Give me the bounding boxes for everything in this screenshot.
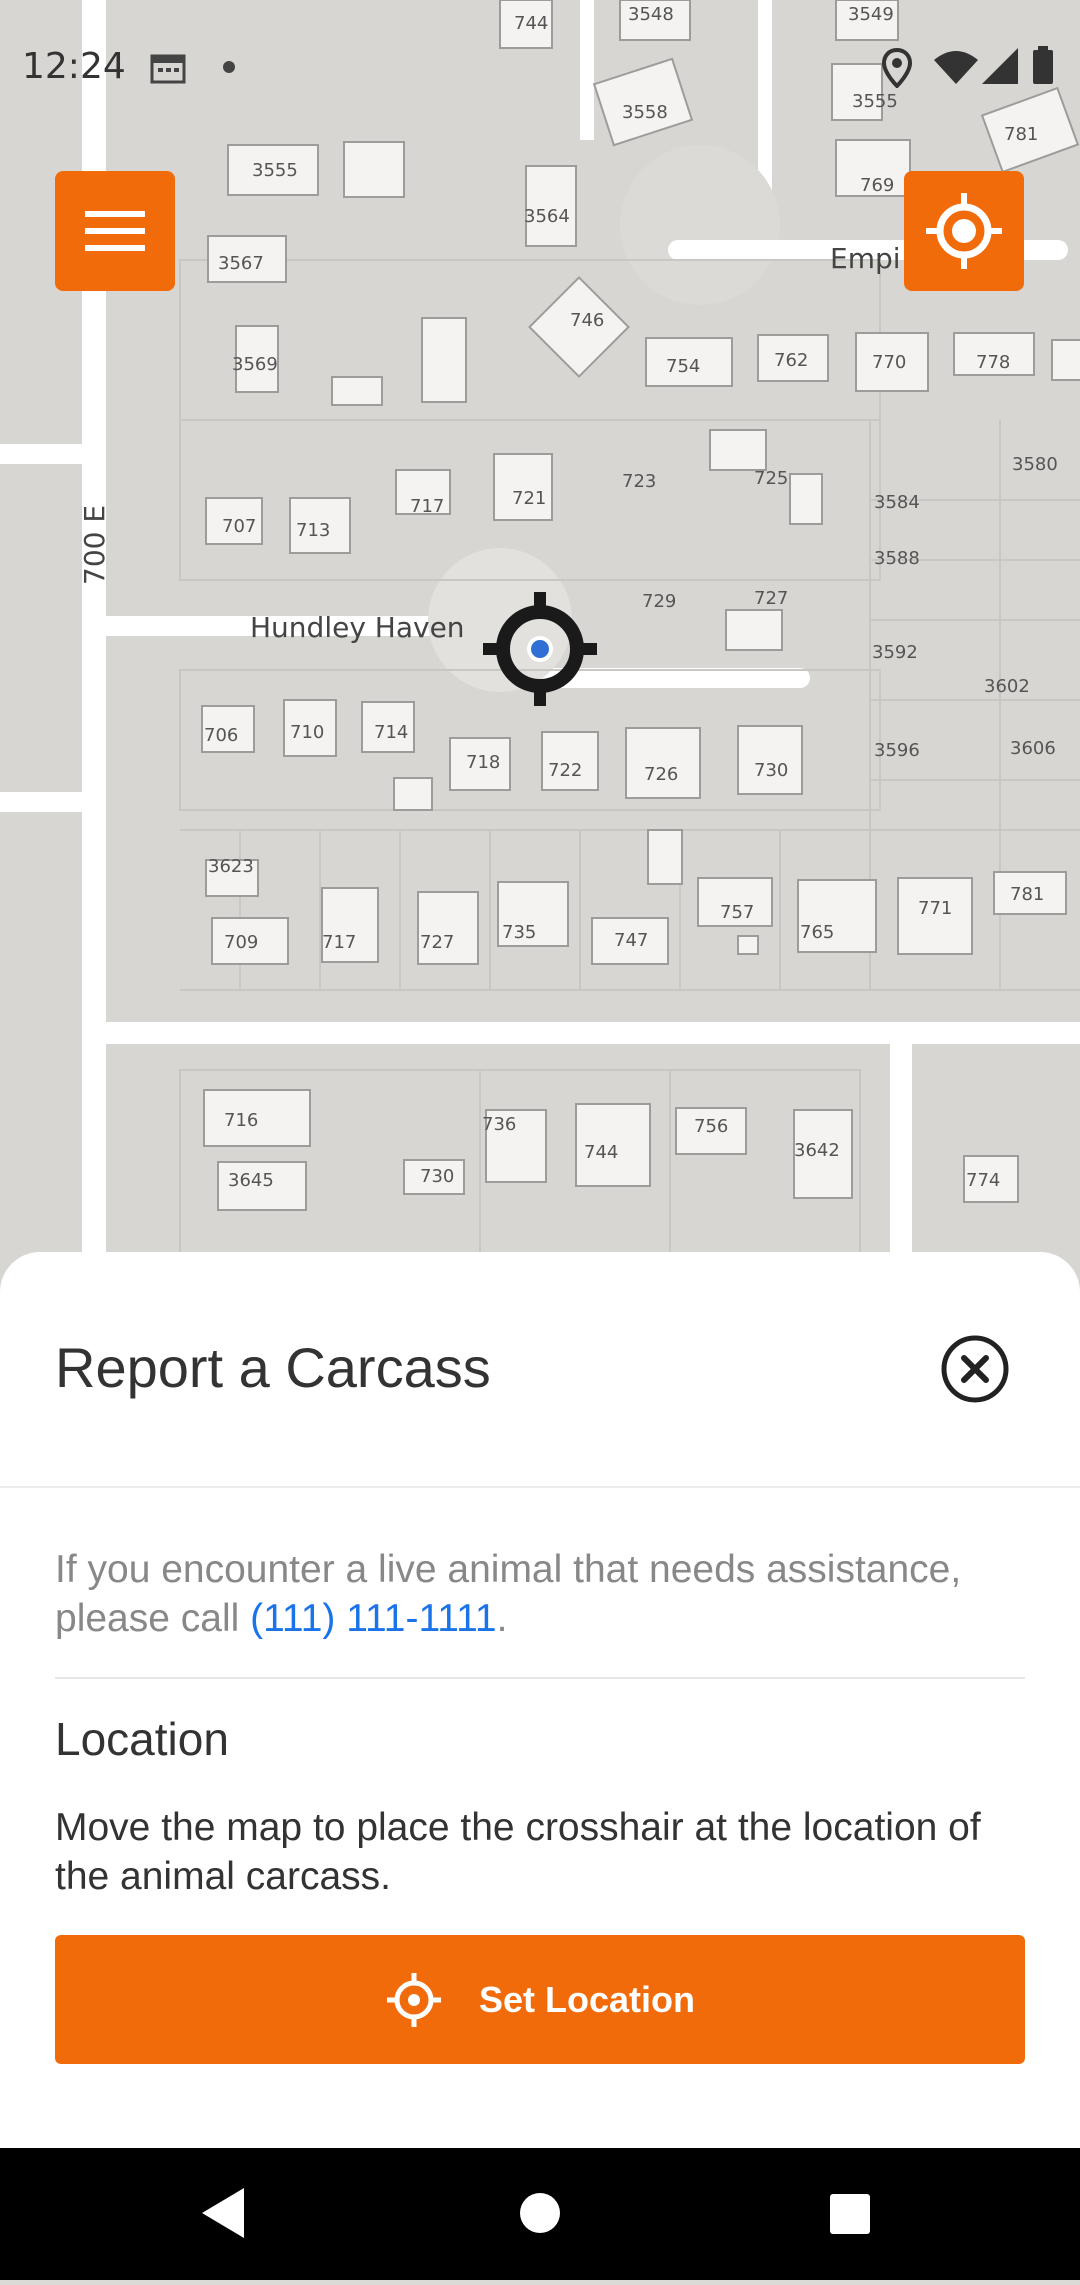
svg-text:771: 771 (918, 898, 952, 919)
svg-text:730: 730 (420, 1166, 454, 1187)
my-location-icon (926, 193, 1002, 269)
svg-text:781: 781 (1010, 884, 1044, 905)
svg-text:725: 725 (754, 468, 788, 489)
svg-text:721: 721 (512, 488, 546, 509)
svg-text:3588: 3588 (874, 548, 920, 569)
svg-text:727: 727 (420, 932, 454, 953)
svg-text:3602: 3602 (984, 676, 1030, 697)
svg-text:3567: 3567 (218, 253, 264, 274)
svg-text:3580: 3580 (1012, 454, 1058, 475)
divider (55, 1677, 1025, 1679)
signal-icon (982, 48, 1018, 89)
svg-text:3606: 3606 (1010, 738, 1056, 759)
svg-text:746: 746 (570, 310, 604, 331)
svg-text:717: 717 (410, 496, 444, 517)
svg-text:3596: 3596 (874, 740, 920, 761)
svg-text:3642: 3642 (794, 1140, 840, 1161)
svg-text:3555: 3555 (252, 160, 298, 181)
wifi-icon (934, 50, 978, 89)
svg-text:722: 722 (548, 760, 582, 781)
svg-text:3584: 3584 (874, 492, 920, 513)
svg-text:3592: 3592 (872, 642, 918, 663)
svg-text:710: 710 (290, 722, 324, 743)
crosshair-icon (386, 1972, 441, 2027)
set-location-button[interactable]: Set Location (55, 1935, 1025, 2064)
svg-text:769: 769 (860, 175, 894, 196)
status-bar: 12:24 (0, 0, 1080, 135)
svg-text:765: 765 (800, 922, 834, 943)
info-text: If you encounter a live animal that need… (55, 1548, 962, 1640)
svg-text:3645: 3645 (228, 1170, 274, 1191)
menu-button[interactable] (55, 171, 175, 291)
close-button[interactable] (940, 1334, 1010, 1404)
system-nav-bar (0, 2148, 1080, 2280)
back-icon[interactable] (202, 2188, 244, 2238)
svg-text:756: 756 (694, 1116, 728, 1137)
svg-text:709: 709 (224, 932, 258, 953)
sheet-title: Report a Carcass (55, 1336, 491, 1399)
svg-text:762: 762 (774, 350, 808, 371)
hamburger-menu-icon (85, 211, 145, 251)
svg-text:3569: 3569 (232, 354, 278, 375)
street-label-700e: 700 E (78, 505, 111, 585)
street-label-empire: Empi (830, 242, 901, 275)
svg-text:727: 727 (754, 588, 788, 609)
svg-text:707: 707 (222, 516, 256, 537)
battery-icon (1032, 46, 1054, 89)
svg-text:714: 714 (374, 722, 408, 743)
calendar-icon (150, 52, 186, 89)
location-description: Move the map to place the crosshair at t… (55, 1806, 981, 1898)
svg-text:735: 735 (502, 922, 536, 943)
svg-text:778: 778 (976, 352, 1010, 373)
location-heading: Location (55, 1713, 229, 1765)
set-location-label: Set Location (478, 1978, 696, 2020)
divider (0, 1486, 1080, 1488)
svg-text:744: 744 (584, 1142, 618, 1163)
street-label-hundley-haven: Hundley Haven (250, 611, 465, 644)
info-suffix: . (496, 1597, 508, 1640)
svg-text:706: 706 (204, 725, 238, 746)
svg-text:723: 723 (622, 471, 656, 492)
svg-text:729: 729 (642, 591, 676, 612)
svg-text:713: 713 (296, 520, 330, 541)
svg-text:747: 747 (614, 930, 648, 951)
my-location-button[interactable] (904, 171, 1024, 291)
svg-text:754: 754 (666, 356, 700, 377)
svg-text:3623: 3623 (208, 856, 254, 877)
svg-text:757: 757 (720, 902, 754, 923)
svg-text:726: 726 (644, 764, 678, 785)
live-animal-info: If you encounter a live animal that need… (55, 1545, 1045, 1643)
svg-text:770: 770 (872, 352, 906, 373)
location-pin-icon (881, 47, 913, 93)
svg-text:3564: 3564 (524, 206, 570, 227)
svg-text:718: 718 (466, 752, 500, 773)
svg-text:774: 774 (966, 1170, 1000, 1191)
svg-text:717: 717 (322, 932, 356, 953)
recents-icon[interactable] (830, 2194, 870, 2234)
svg-text:736: 736 (482, 1114, 516, 1135)
phone-link[interactable]: (111) 111-1111 (250, 1597, 496, 1640)
close-icon (941, 1335, 1009, 1403)
home-icon[interactable] (520, 2193, 560, 2233)
map-crosshair (483, 592, 597, 706)
svg-text:716: 716 (224, 1110, 258, 1131)
dot-icon (222, 60, 236, 79)
svg-text:730: 730 (754, 760, 788, 781)
status-time: 12:24 (22, 46, 126, 87)
crosshair-icon (483, 592, 597, 706)
